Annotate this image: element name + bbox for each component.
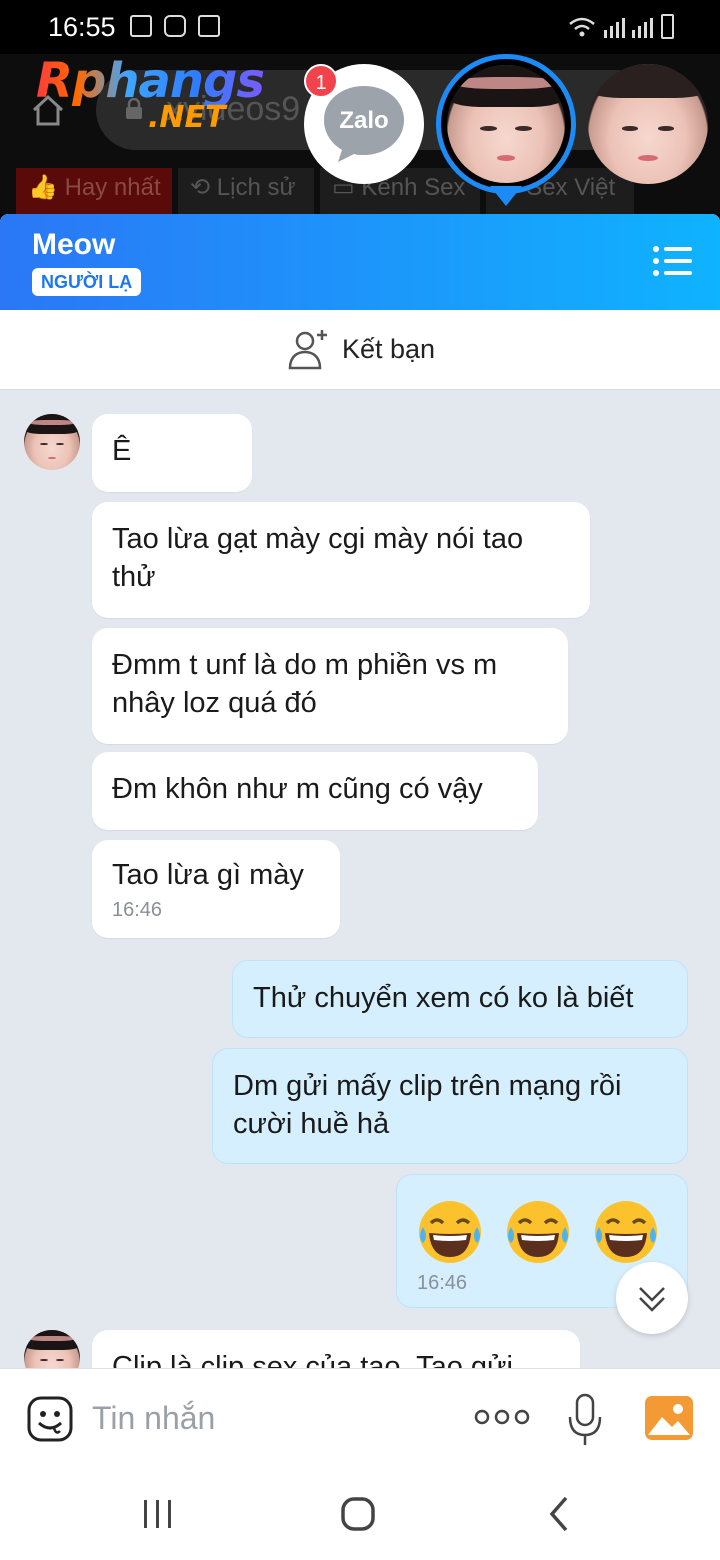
message-bubble[interactable]: Tao lừa gạt mày cgi mày nói tao thử bbox=[92, 502, 590, 618]
message-bubble[interactable]: Clip là clip sex của tao. Tao gửi bbox=[92, 1330, 580, 1368]
other-chat-head[interactable] bbox=[588, 64, 708, 184]
active-chat-head[interactable] bbox=[436, 54, 576, 194]
message-time: 16:46 bbox=[112, 899, 163, 921]
signal-wifi-icon bbox=[569, 17, 653, 38]
message-input-bar bbox=[0, 1368, 720, 1468]
system-navigation-bar bbox=[0, 1468, 720, 1560]
sender-avatar[interactable] bbox=[24, 1330, 80, 1368]
laughing-emoji-icon bbox=[595, 1201, 657, 1263]
message-bubble-outgoing[interactable]: Dm gửi mấy clip trên mạng rồi cười huề h… bbox=[212, 1048, 688, 1164]
logo-suffix: .NET bbox=[148, 100, 226, 135]
chip-hay-nhat[interactable]: 👍 Hay nhất bbox=[16, 168, 172, 214]
site-logo: Rphangs .NET bbox=[36, 54, 265, 135]
message-bubble[interactable]: Đm khôn như m cũng có vậy bbox=[92, 752, 538, 830]
microphone-icon[interactable] bbox=[566, 1393, 604, 1447]
history-icon: ⟲ bbox=[190, 174, 211, 201]
double-chevron-down-icon bbox=[639, 1287, 665, 1312]
logo-text: Rphangs bbox=[36, 54, 265, 109]
recent-apps-icon[interactable] bbox=[136, 1492, 180, 1536]
zalo-logo-icon: Zalo bbox=[324, 86, 404, 162]
chat-window: Meow NGƯỜI LẠ Kết bạn Ê Tao lừa gạt mày … bbox=[0, 214, 720, 1468]
options-menu-icon[interactable] bbox=[652, 244, 692, 278]
chat-header: Meow NGƯỜI LẠ bbox=[0, 214, 720, 310]
message-input[interactable] bbox=[92, 1393, 452, 1443]
message-text: Tao lừa gạt mày cgi mày nói tao thử bbox=[112, 523, 524, 593]
gallery-notification-icon bbox=[130, 15, 152, 37]
message-bubble[interactable]: Tao lừa gì mày 16:46 bbox=[92, 840, 340, 938]
message-bubble[interactable]: Ê bbox=[92, 414, 252, 492]
check-notification-icon bbox=[198, 15, 220, 37]
more-options-icon[interactable] bbox=[474, 1407, 530, 1427]
avatar-meow bbox=[447, 65, 565, 183]
svg-text:Zalo: Zalo bbox=[339, 107, 388, 134]
active-head-pointer bbox=[490, 186, 522, 206]
zalo-notification-icon bbox=[164, 15, 186, 37]
scroll-down-button[interactable] bbox=[616, 1262, 688, 1334]
status-bar: 16:55 bbox=[0, 0, 720, 54]
emoji-row bbox=[417, 1197, 667, 1265]
contact-name[interactable]: Meow bbox=[32, 228, 115, 262]
message-text: Tao lừa gì mày bbox=[112, 859, 304, 891]
sticker-icon[interactable] bbox=[26, 1395, 74, 1443]
battery-icon bbox=[661, 14, 674, 39]
laughing-emoji-icon bbox=[507, 1201, 569, 1263]
message-bubble[interactable]: Đmm t unf là do m phiền vs m nhây loz qu… bbox=[92, 628, 568, 744]
message-text: Thử chuyển xem có ko là biết bbox=[253, 982, 634, 1014]
thumbs-up-icon: 👍 bbox=[28, 174, 58, 201]
add-friend-bar: Kết bạn bbox=[0, 310, 720, 390]
message-text: Đmm t unf là do m phiền vs m nhây loz qu… bbox=[112, 649, 498, 719]
message-list: Ê Tao lừa gạt mày cgi mày nói tao thử Đm… bbox=[0, 390, 720, 1368]
sender-avatar[interactable] bbox=[24, 414, 80, 470]
image-picker-icon[interactable] bbox=[644, 1395, 694, 1441]
home-button-icon[interactable] bbox=[336, 1492, 380, 1536]
message-text: Dm gửi mấy clip trên mạng rồi cười huề h… bbox=[233, 1070, 622, 1140]
message-bubble-outgoing[interactable]: Thử chuyển xem có ko là biết bbox=[232, 960, 688, 1038]
add-friend-label: Kết bạn bbox=[342, 334, 436, 364]
laughing-emoji-icon bbox=[419, 1201, 481, 1263]
unread-badge: 1 bbox=[304, 64, 338, 98]
status-time: 16:55 bbox=[48, 12, 116, 42]
message-text: Ê bbox=[112, 435, 132, 467]
chip-lich-su[interactable]: ⟲ Lịch sử bbox=[178, 168, 314, 214]
add-friend-icon bbox=[288, 330, 327, 370]
message-text: Đm khôn như m cũng có vậy bbox=[112, 773, 483, 805]
stranger-tag: NGƯỜI LẠ bbox=[32, 268, 142, 296]
message-text: Clip là clip sex của tao. Tao gửi bbox=[112, 1351, 513, 1368]
back-icon[interactable] bbox=[538, 1492, 582, 1536]
